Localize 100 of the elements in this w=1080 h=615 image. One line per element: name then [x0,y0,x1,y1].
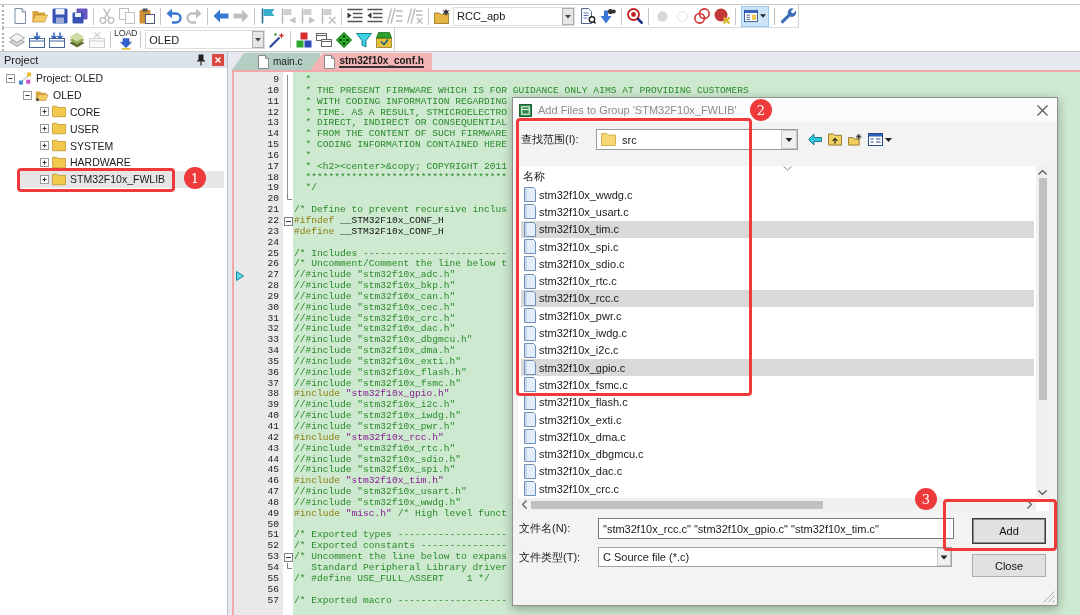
toolbar-combo[interactable]: RCC_apb [453,6,575,26]
file-icon [524,308,536,324]
back-arrow-icon[interactable] [808,133,822,146]
file-item[interactable]: stm32f10x_usart.c [524,203,629,221]
breakpoint-cross-icon[interactable] [714,8,730,24]
vertical-scrollbar[interactable] [1036,166,1049,498]
load-button[interactable]: LOAD [114,28,138,51]
dialog-title: Add Files to Group 'STM32F10x_FWLIB' [538,104,737,116]
tree-item[interactable]: HARDWARE [40,154,133,171]
file-item[interactable]: stm32f10x_pwr.c [524,307,622,325]
look-in-combo[interactable]: src [596,129,798,150]
magnifier-icon[interactable] [627,8,643,24]
add-button[interactable]: Add [972,518,1046,544]
code-line: #include "misc.h" /* High level funct [293,508,508,520]
wrench-icon[interactable] [780,8,796,24]
scroll-up-icon[interactable] [1038,170,1047,175]
tree-item[interactable]: SYSTEM [40,137,116,154]
expand-icon[interactable] [40,141,49,151]
file-item[interactable]: stm32f10x_crc.c [524,480,620,498]
tree-item[interactable]: OLED [23,86,84,104]
close-icon[interactable] [212,54,224,66]
rebuild-icon[interactable] [49,31,65,48]
file-item[interactable]: stm32f10x_rcc.c [521,289,1034,308]
tree-item[interactable]: Project: OLED [6,70,106,87]
new-folder-icon[interactable] [848,133,862,146]
folder-sparkle-icon[interactable] [434,8,450,24]
scroll-down-icon[interactable] [1038,490,1047,495]
file-item[interactable]: stm32f10x_fsmc.c [524,376,628,394]
file-item[interactable]: stm32f10x_dma.c [524,428,626,446]
tree-item[interactable]: USER [40,120,102,138]
binoculars-arrow-icon[interactable] [600,8,616,24]
code-line: //#include "stm32f10x_bkp.h" [293,281,456,292]
blocks-icon[interactable] [296,31,313,48]
file-item[interactable]: stm32f10x_rtc.c [524,272,617,290]
build-icon[interactable] [29,31,45,48]
expand-icon[interactable] [40,107,49,117]
file-item[interactable]: stm32f10x_i2c.c [524,341,619,359]
indent-icon[interactable] [347,8,363,24]
tree-item[interactable]: CORE [40,103,103,121]
find-document-icon[interactable] [580,8,596,24]
funnel-icon[interactable] [356,31,373,48]
file-item[interactable]: stm32f10x_wwdg.c [524,186,633,204]
line-number: 10 [267,85,279,97]
layers-icon[interactable] [69,31,85,48]
file-item[interactable]: stm32f10x_spi.c [524,237,619,256]
expand-icon[interactable] [40,157,49,167]
file-item[interactable]: stm32f10x_exti.c [524,410,622,429]
scroll-left-icon[interactable] [522,500,527,509]
code-line: //#include "stm32f10x_iwdg.h" [293,411,461,422]
magic-wand-icon[interactable] [269,31,286,48]
close-button[interactable]: Close [972,554,1046,577]
file-name-field[interactable]: "stm32f10x_rcc.c" "stm32f10x_gpio.c" "stm32f10x_tim.c" [598,518,954,539]
folder-icon [52,172,66,186]
expand-icon[interactable] [40,124,49,134]
pushpin-icon[interactable] [196,54,206,66]
file-item[interactable]: stm32f10x_sdio.c [524,255,625,273]
scrollbar-thumb[interactable] [1038,178,1047,400]
fold-collapse-icon[interactable] [284,216,293,226]
editor-tab[interactable]: stm32f10x_conf.h [310,53,432,70]
line-number: 18 [267,172,279,184]
file-item[interactable]: stm32f10x_flash.c [524,393,628,411]
view-menu-button[interactable] [868,133,892,146]
diamond-icon[interactable] [336,31,353,48]
file-item[interactable]: stm32f10x_tim.c [521,220,1034,238]
scroll-right-icon[interactable] [1027,500,1032,509]
layout-menu-button[interactable] [741,5,769,27]
collapse-icon[interactable] [23,90,32,100]
open-folder-icon[interactable] [32,8,48,24]
undo-icon[interactable] [166,8,182,24]
resize-grip-icon[interactable] [1043,591,1055,603]
collapse-icon[interactable] [6,73,15,83]
scrollbar-thumb[interactable] [531,500,823,509]
file-icon [524,187,536,203]
column-header[interactable]: 名称 [523,168,545,184]
package-icon[interactable] [376,31,393,48]
close-icon[interactable] [1037,104,1048,116]
back-arrow-icon[interactable] [213,8,229,24]
windows-icon[interactable] [316,31,333,48]
file-item[interactable]: stm32f10x_dac.c [524,462,623,481]
project-icon [18,71,32,85]
fold-collapse-icon[interactable] [284,553,293,563]
line-number: 44 [267,454,279,466]
file-item[interactable]: stm32f10x_dbgmcu.c [524,445,644,463]
file-item[interactable]: stm32f10x_iwdg.c [524,324,628,342]
toolbar-combo[interactable]: OLED [145,30,266,49]
file-item[interactable]: stm32f10x_gpio.c [521,358,1034,377]
outdent-icon[interactable] [367,8,383,24]
linked-rings-icon[interactable] [694,8,710,24]
expand-icon[interactable] [40,174,49,184]
file-icon [524,256,536,272]
new-file-icon[interactable] [12,8,28,24]
flag-icon[interactable] [260,8,276,24]
up-folder-icon[interactable] [828,133,842,146]
line-number: 37 [267,378,279,390]
code-line: * FROM THE CONTENT OF SUCH FIRMWARE [304,129,508,140]
clipboard-icon[interactable] [139,8,155,24]
line-number: 32 [267,324,279,336]
file-type-select[interactable]: C Source file (*.c) [598,547,952,567]
file-icon [524,377,536,393]
stacked-floppy-icon[interactable] [72,8,88,24]
